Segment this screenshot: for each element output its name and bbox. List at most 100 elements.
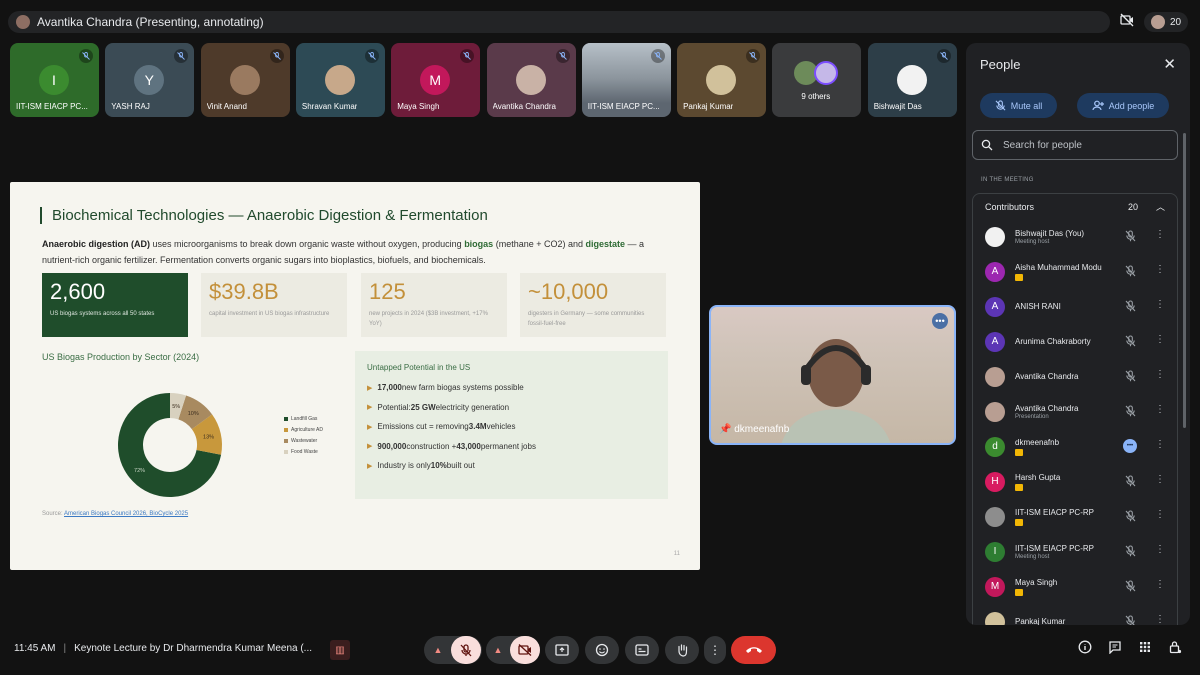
participant-row[interactable]: Avantika Chandra Presentation ⋮ xyxy=(973,394,1177,429)
leave-call-button[interactable] xyxy=(731,636,776,664)
more-vert-icon[interactable]: ⋮ xyxy=(1155,579,1165,590)
participant-tile[interactable]: M Maya Singh xyxy=(391,43,481,117)
mic-off-icon[interactable] xyxy=(1123,264,1137,278)
participant-name: Bishwajit Das (You) xyxy=(1015,228,1085,238)
participant-row[interactable]: Avantika Chandra ⋮ xyxy=(973,359,1177,394)
participant-row[interactable]: d dkmeenafnb ••• ⋮ xyxy=(973,429,1177,464)
mic-off-icon[interactable] xyxy=(1123,544,1137,558)
intro-text: uses microorganisms to break down organi… xyxy=(150,239,465,249)
intro-biogas: biogas xyxy=(464,239,494,249)
camera-off-icon xyxy=(518,644,532,656)
participant-row[interactable]: H Harsh Gupta ⋮ xyxy=(973,464,1177,499)
speaking-indicator-icon[interactable]: ••• xyxy=(1123,439,1137,453)
more-vert-icon[interactable]: ⋮ xyxy=(1155,544,1165,555)
camera-off-button[interactable] xyxy=(510,636,540,664)
participant-row[interactable]: IIT-ISM EIACP PC-RP ⋮ xyxy=(973,499,1177,534)
participant-name: Maya Singh xyxy=(1015,577,1058,587)
more-vert-icon[interactable]: ⋮ xyxy=(1155,404,1165,415)
participant-name: ANISH RANI xyxy=(1015,302,1061,311)
participant-row[interactable]: Pankaj Kumar ⋮ xyxy=(973,604,1177,625)
chevron-up-icon[interactable]: ▲ xyxy=(425,645,451,655)
present-button[interactable] xyxy=(545,636,579,664)
mic-off-icon[interactable] xyxy=(1123,474,1137,488)
stat-card: 125 new projects in 2024 ($3B investment… xyxy=(361,273,507,337)
chevron-up-icon[interactable]: ︿ xyxy=(1156,200,1165,213)
presenter-banner[interactable]: Avantika Chandra (Presenting, annotating… xyxy=(8,11,1110,33)
participant-name: Pankaj Kumar xyxy=(1015,617,1066,625)
avatar: H xyxy=(985,471,1005,492)
more-vert-icon[interactable]: ⋮ xyxy=(1155,614,1165,625)
camera-off-icon[interactable] xyxy=(1120,13,1134,32)
participant-info: Avantika Chandra Presentation xyxy=(1015,404,1111,420)
participant-row[interactable]: A Aisha Muhammad Modu ⋮ xyxy=(973,254,1177,289)
avatar xyxy=(985,226,1005,247)
present-screen-icon xyxy=(555,644,569,656)
participant-tile[interactable]: I IIT-ISM EIACP PC... xyxy=(10,43,99,117)
mic-off-icon[interactable] xyxy=(1123,579,1137,593)
chat-icon[interactable] xyxy=(1108,640,1122,659)
more-vert-icon[interactable]: ⋮ xyxy=(1155,264,1165,275)
participant-tile[interactable]: Bishwajit Das xyxy=(867,43,957,117)
participant-tile[interactable]: 9 others xyxy=(772,43,862,117)
speaker-video-tile[interactable]: ••• 📌 dkmeenafnb xyxy=(709,305,956,445)
participant-row[interactable]: I IIT-ISM EIACP PC-RP Meeting host ⋮ xyxy=(973,534,1177,569)
captions-button[interactable] xyxy=(625,636,659,664)
participant-row[interactable]: A Arunima Chakraborty ⋮ xyxy=(973,324,1177,359)
mic-off-icon[interactable] xyxy=(1123,229,1137,243)
more-vert-icon[interactable]: ⋮ xyxy=(1155,334,1165,345)
mic-off-icon[interactable] xyxy=(1123,369,1137,383)
legend-label: Landfill Gas xyxy=(291,415,318,422)
more-vert-icon[interactable]: ⋮ xyxy=(1155,369,1165,380)
more-vert-icon[interactable]: ⋮ xyxy=(1155,439,1165,450)
potential-item: ▶ 900,000 construction + 43,000 permanent… xyxy=(367,437,656,457)
more-options-icon[interactable]: ••• xyxy=(932,313,948,329)
stat-caption: digesters in Germany — some communities … xyxy=(528,311,645,327)
contributors-header[interactable]: Contributors 20 ︿ xyxy=(973,194,1177,219)
participant-count-pill[interactable]: 20 xyxy=(1144,12,1189,32)
participant-tile[interactable]: Vinit Anand xyxy=(200,43,290,117)
mic-off-icon[interactable] xyxy=(1123,299,1137,313)
chevron-up-icon[interactable]: ▲ xyxy=(486,645,510,655)
reactions-button[interactable] xyxy=(585,636,619,664)
scrollbar[interactable] xyxy=(1183,133,1186,428)
search-input[interactable]: Search for people xyxy=(972,130,1178,160)
add-person-icon xyxy=(1092,100,1104,111)
host-controls-icon[interactable] xyxy=(1168,640,1182,659)
close-icon[interactable]: ✕ xyxy=(1163,55,1176,73)
more-vert-icon[interactable]: ⋮ xyxy=(1155,509,1165,520)
participant-tile[interactable]: Pankaj Kumar xyxy=(677,43,767,117)
presentation-slide: Biochemical Technologies — Anaerobic Dig… xyxy=(10,182,700,570)
participant-row[interactable]: Bishwajit Das (You) Meeting host ⋮ xyxy=(973,219,1177,254)
activities-icon[interactable] xyxy=(1138,640,1152,659)
participant-name: Pankaj Kumar xyxy=(683,102,734,111)
mic-off-button[interactable] xyxy=(451,636,481,664)
participant-tile[interactable]: Avantika Chandra xyxy=(486,43,576,117)
mute-all-button[interactable]: Mute all xyxy=(980,93,1057,118)
mic-off-icon[interactable] xyxy=(1123,404,1137,418)
chart-title: US Biogas Production by Sector (2024) xyxy=(42,352,200,362)
potential-text: vehicles xyxy=(486,422,516,432)
mic-off-icon[interactable] xyxy=(1123,334,1137,348)
more-vert-icon[interactable]: ⋮ xyxy=(1155,474,1165,485)
pin-icon[interactable]: 📌 xyxy=(719,424,734,435)
avatar: Y xyxy=(134,65,165,95)
participant-tile[interactable]: IIT-ISM EIACP PC... xyxy=(581,43,671,117)
more-vert-icon[interactable]: ⋮ xyxy=(1155,229,1165,240)
slide-intro: Anaerobic digestion (AD) uses microorgan… xyxy=(42,236,672,268)
mic-off-icon[interactable] xyxy=(1123,509,1137,523)
participant-tile[interactable]: Y YASH RAJ xyxy=(105,43,195,117)
participant-row[interactable]: A ANISH RANI ⋮ xyxy=(973,289,1177,324)
source-link[interactable]: American Biogas Council 2026, BioCycle 2… xyxy=(64,511,188,517)
participant-role: Meeting host xyxy=(1015,553,1050,560)
participant-tile[interactable]: Shravan Kumar xyxy=(295,43,385,117)
raise-hand-button[interactable] xyxy=(665,636,699,664)
info-icon[interactable] xyxy=(1078,640,1092,659)
add-people-label: Add people xyxy=(1108,100,1155,111)
participant-row[interactable]: M Maya Singh ⋮ xyxy=(973,569,1177,604)
document-icon[interactable]: ▥ xyxy=(330,640,350,660)
mic-off-icon[interactable] xyxy=(1123,614,1137,625)
legend-label: Food Waste xyxy=(291,448,318,455)
add-people-button[interactable]: Add people xyxy=(1077,93,1169,118)
more-options-button[interactable]: ⋮ xyxy=(704,636,726,664)
more-vert-icon[interactable]: ⋮ xyxy=(1155,299,1165,310)
